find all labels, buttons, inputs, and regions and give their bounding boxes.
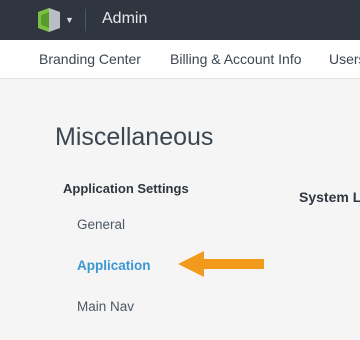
nav-item-branding-center[interactable]: Branding Center xyxy=(39,51,141,67)
top-bar: ▼ Admin xyxy=(0,0,360,40)
nav-item-billing-account-info[interactable]: Billing & Account Info xyxy=(170,51,302,67)
sidebar-section-title: Application Settings xyxy=(63,181,189,196)
page-title: Miscellaneous xyxy=(55,123,214,151)
chevron-down-icon[interactable]: ▼ xyxy=(65,15,74,25)
app-logo-icon[interactable] xyxy=(38,8,60,32)
system-section-heading: System L xyxy=(299,189,360,205)
top-nav: Branding Center Billing & Account Info U… xyxy=(0,40,360,79)
sidebar-item-main-nav[interactable]: Main Nav xyxy=(77,299,134,314)
header-divider xyxy=(85,9,86,31)
nav-item-users[interactable]: Users xyxy=(329,51,360,67)
arrow-left-icon xyxy=(178,251,264,277)
sidebar-item-application[interactable]: Application xyxy=(77,258,151,273)
app-title: Admin xyxy=(102,10,148,27)
sidebar-item-general[interactable]: General xyxy=(77,217,125,232)
